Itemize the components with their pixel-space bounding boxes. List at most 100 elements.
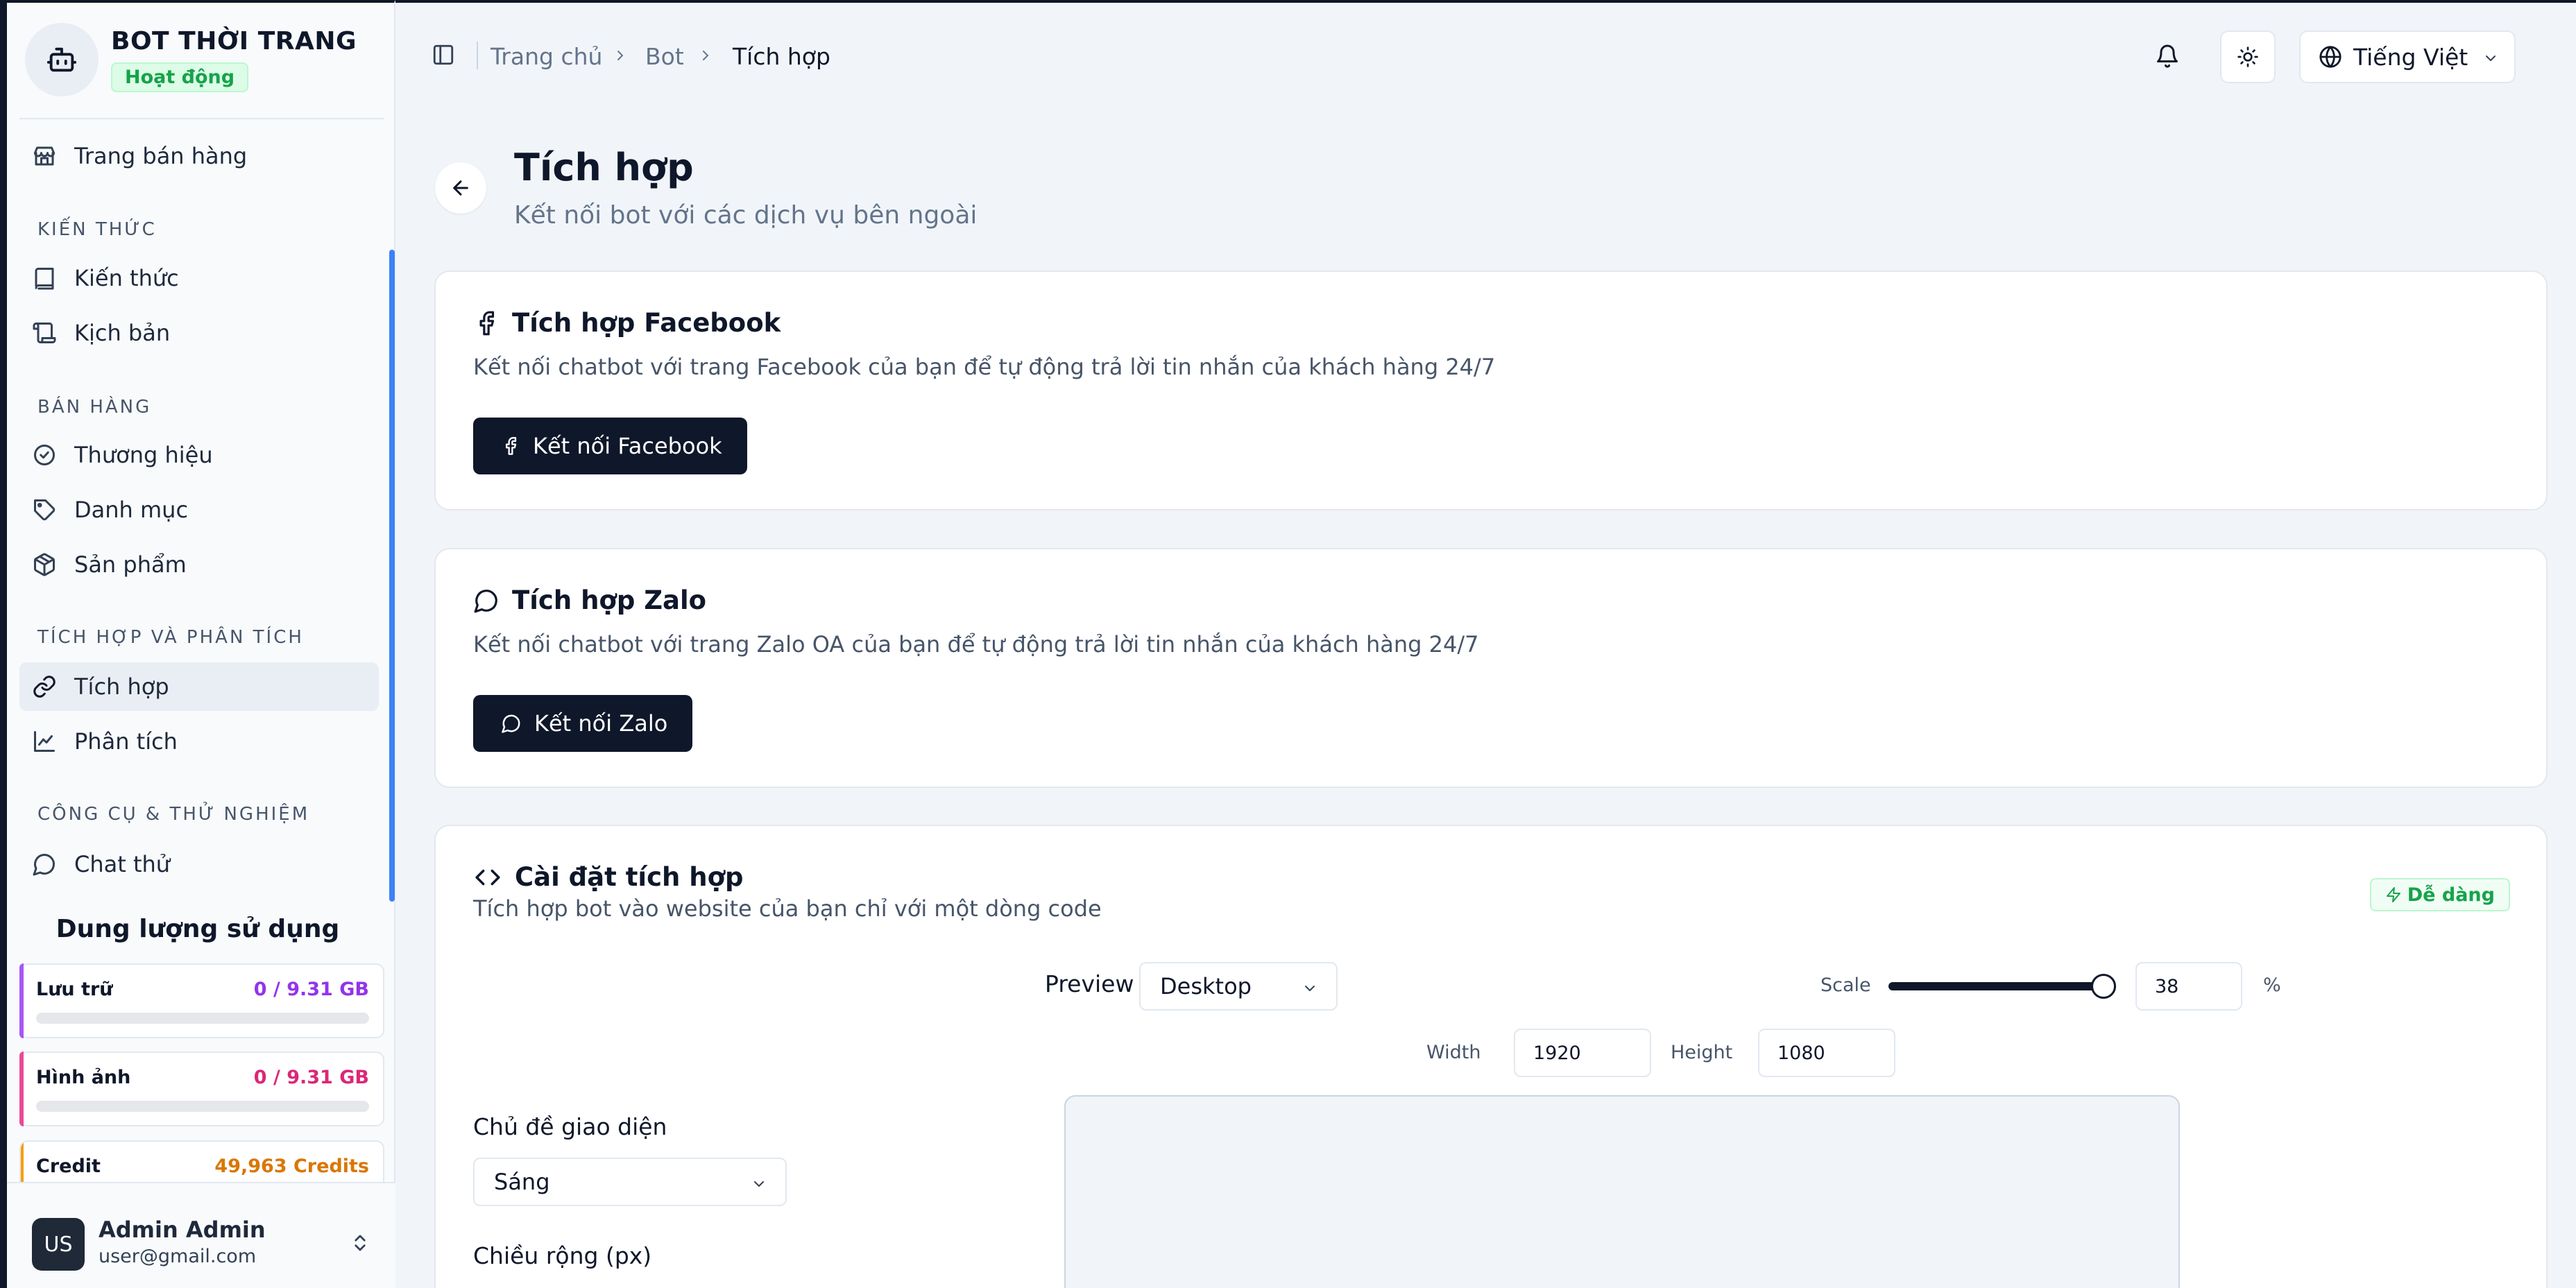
sidebar-item-category[interactable]: Danh mục: [19, 486, 379, 534]
message-circle-icon: [502, 714, 520, 733]
scale-input[interactable]: 38: [2135, 962, 2242, 1011]
sidebar-item-brand[interactable]: Thương hiệu: [19, 431, 379, 479]
button-label: Kết nối Facebook: [533, 433, 722, 459]
sidebar-item-label: Trang bán hàng: [74, 143, 248, 169]
button-label: Kết nối Zalo: [534, 710, 668, 737]
scroll-icon: [33, 323, 56, 343]
scale-label: Scale: [1820, 974, 1871, 996]
card-title: Cài đặt tích hợp: [473, 862, 743, 892]
message-circle-icon: [474, 589, 497, 612]
sidebar-item-label: Thương hiệu: [74, 442, 213, 468]
breadcrumb-current: Tích hợp: [733, 43, 830, 70]
language-label: Tiếng Việt: [2353, 43, 2468, 71]
usage-card-storage: Lưu trữ 0 / 9.31 GB: [19, 963, 384, 1038]
breadcrumb-bot[interactable]: Bot: [645, 43, 684, 70]
page-title: Tích hợp: [514, 146, 694, 189]
preview-device-select[interactable]: Desktop: [1139, 962, 1338, 1011]
scale-slider-track[interactable]: [1888, 982, 2105, 990]
user-email: user@gmail.com: [99, 1246, 257, 1267]
height-input[interactable]: 1080: [1758, 1029, 1895, 1077]
scale-slider-thumb[interactable]: [2091, 974, 2116, 999]
sidebar-item-label: Sản phẩm: [74, 551, 187, 578]
zalo-description: Kết nối chatbot với trang Zalo OA của bạ…: [473, 631, 1479, 658]
topbar: Trang chủ Bot Tích hợp Tiếng Việt: [395, 0, 2576, 104]
usage-label: Credit: [36, 1156, 101, 1177]
chevron-right-icon: [703, 51, 708, 60]
facebook-integration-card: Tích hợp Facebook Kết nối chatbot với tr…: [434, 271, 2548, 510]
user-name: Admin Admin: [99, 1217, 266, 1243]
usage-label: Hình ảnh: [36, 1067, 131, 1088]
sidebar-item-scripts[interactable]: Kịch bản: [19, 309, 379, 357]
bot-icon: [25, 23, 99, 96]
chevrons-up-down-icon[interactable]: [350, 1230, 370, 1255]
facebook-icon: [506, 437, 517, 455]
badge-check-icon: [34, 445, 55, 465]
connect-facebook-button[interactable]: Kết nối Facebook: [473, 418, 747, 474]
width-label: Width: [1426, 1042, 1481, 1063]
section-label-tools: CÔNG CỤ & THỬ NGHIỆM: [37, 804, 310, 825]
sun-icon: [2237, 46, 2258, 67]
scale-unit: %: [2263, 974, 2281, 996]
usage-progress-bar: [36, 1101, 369, 1112]
sidebar-item-label: Phân tích: [74, 728, 178, 755]
package-icon: [34, 553, 55, 576]
breadcrumb-home[interactable]: Trang chủ: [491, 43, 602, 70]
easy-badge: Dễ dàng: [2369, 878, 2510, 911]
bell-icon[interactable]: [2155, 44, 2180, 69]
theme-label: Chủ đề giao diện: [473, 1113, 667, 1140]
connect-zalo-button[interactable]: Kết nối Zalo: [473, 695, 693, 752]
sidebar-item-label: Chat thử: [74, 851, 171, 877]
status-badge: Hoạt động: [111, 62, 249, 92]
tag-icon: [34, 499, 56, 521]
sidebar-item-products[interactable]: Sản phẩm: [19, 540, 379, 589]
window-edge: [0, 0, 7, 1288]
facebook-icon: [479, 311, 495, 335]
sidebar-item-integration[interactable]: Tích hợp: [19, 662, 379, 711]
sidebar-item-label: Danh mục: [74, 497, 189, 523]
brand[interactable]: BOT THỜI TRANG Hoạt động: [25, 18, 357, 101]
height-label: Height: [1671, 1042, 1733, 1063]
sidebar-item-chat-test[interactable]: Chat thử: [19, 840, 379, 888]
language-select[interactable]: Tiếng Việt: [2299, 31, 2516, 83]
section-label-knowledge: KIẾN THỨC: [37, 219, 157, 240]
theme-toggle-button[interactable]: [2220, 31, 2276, 83]
sidebar-toggle-icon[interactable]: [432, 43, 455, 67]
usage-label: Lưu trữ: [36, 979, 113, 1000]
sidebar-item-label: Kiến thức: [74, 265, 179, 291]
chevron-right-icon: [617, 51, 623, 60]
usage-value: 0 / 9.31 GB: [253, 979, 369, 1000]
sidebar-item-label: Kịch bản: [74, 320, 171, 346]
bot-name: BOT THỜI TRANG: [111, 27, 357, 55]
link-icon: [33, 676, 56, 698]
sidebar-scrollbar[interactable]: [389, 250, 395, 902]
usage-value: 49,963 Credits: [214, 1156, 369, 1177]
section-label-sales: BÁN HÀNG: [37, 397, 152, 418]
usage-card-credit: Credit 49,963 Credits: [19, 1140, 384, 1182]
sidebar-item-knowledge[interactable]: Kiến thức: [19, 254, 379, 302]
card-title: Tích hợp Facebook: [473, 308, 781, 338]
sidebar-item-analytics[interactable]: Phân tích: [19, 717, 379, 766]
embed-settings-card: Cài đặt tích hợp Tích hợp bot vào websit…: [434, 825, 2548, 1288]
width-px-label: Chiều rộng (px): [473, 1242, 652, 1269]
user-menu[interactable]: US Admin Admin user@gmail.com: [0, 1182, 395, 1288]
chevron-down-icon: [754, 1181, 764, 1187]
sidebar-item-label: Tích hợp: [74, 673, 169, 700]
select-value: Sáng: [494, 1169, 550, 1195]
back-button[interactable]: [435, 162, 486, 214]
preview-label: Preview: [1045, 970, 1134, 997]
avatar: US: [32, 1218, 85, 1271]
book-icon: [35, 268, 54, 290]
sidebar: BOT THỜI TRANG Hoạt động Trang bán hàng …: [0, 0, 395, 1288]
usage-value: 0 / 9.31 GB: [253, 1067, 369, 1088]
usage-card-images: Hình ảnh 0 / 9.31 GB: [19, 1051, 384, 1126]
width-input[interactable]: 1920: [1514, 1029, 1651, 1077]
sidebar-item-shop[interactable]: Trang bán hàng: [19, 132, 379, 180]
arrow-left-icon: [453, 180, 468, 196]
zalo-title: Tích hợp Zalo: [512, 585, 707, 615]
embed-title: Cài đặt tích hợp: [515, 862, 744, 892]
chevron-down-icon: [1305, 986, 1315, 991]
zalo-integration-card: Tích hợp Zalo Kết nối chatbot với trang …: [434, 548, 2548, 788]
section-label-integration: TÍCH HỢP VÀ PHÂN TÍCH: [37, 627, 304, 648]
theme-select[interactable]: Sáng: [473, 1158, 787, 1206]
card-title: Tích hợp Zalo: [473, 585, 706, 615]
